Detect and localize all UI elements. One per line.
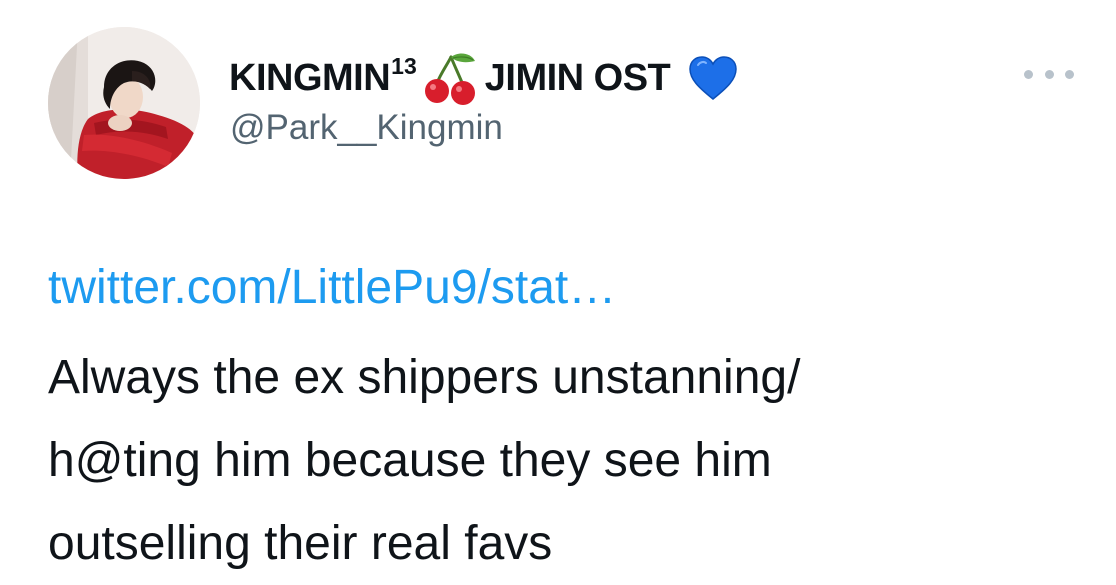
- more-dot: [1065, 69, 1074, 79]
- display-name-suffix: JIMIN OST: [484, 56, 671, 99]
- blue-heart-emoji-icon: [689, 56, 738, 100]
- tweet-link[interactable]: twitter.com/LittlePu9/stat…: [48, 260, 616, 316]
- tweet-text: Always the ex shippers unstanning/ h@tin…: [48, 336, 1088, 585]
- tweet-text-line: outselling their real favs: [48, 517, 553, 570]
- tweet-text-line: h@ting him because they see him: [48, 434, 772, 487]
- more-dot: [1044, 69, 1054, 79]
- avatar-image: [48, 27, 200, 179]
- cherry-emoji-icon: [424, 53, 475, 105]
- more-dot: [1024, 69, 1033, 79]
- more-horizontal-icon[interactable]: [1024, 64, 1074, 84]
- display-name: KINGMIN: [229, 56, 391, 99]
- tweet-text-line: Always the ex shippers unstanning/: [48, 351, 801, 404]
- author-name-row[interactable]: KINGMIN 13 JIMIN OST: [229, 46, 738, 110]
- author-handle[interactable]: @Park__Kingmin: [230, 108, 503, 148]
- display-name-superscript: 13: [391, 52, 417, 79]
- avatar[interactable]: [48, 27, 200, 179]
- tweet[interactable]: KINGMIN 13 JIMIN OST @Park__Kingmin twit…: [0, 0, 1116, 580]
